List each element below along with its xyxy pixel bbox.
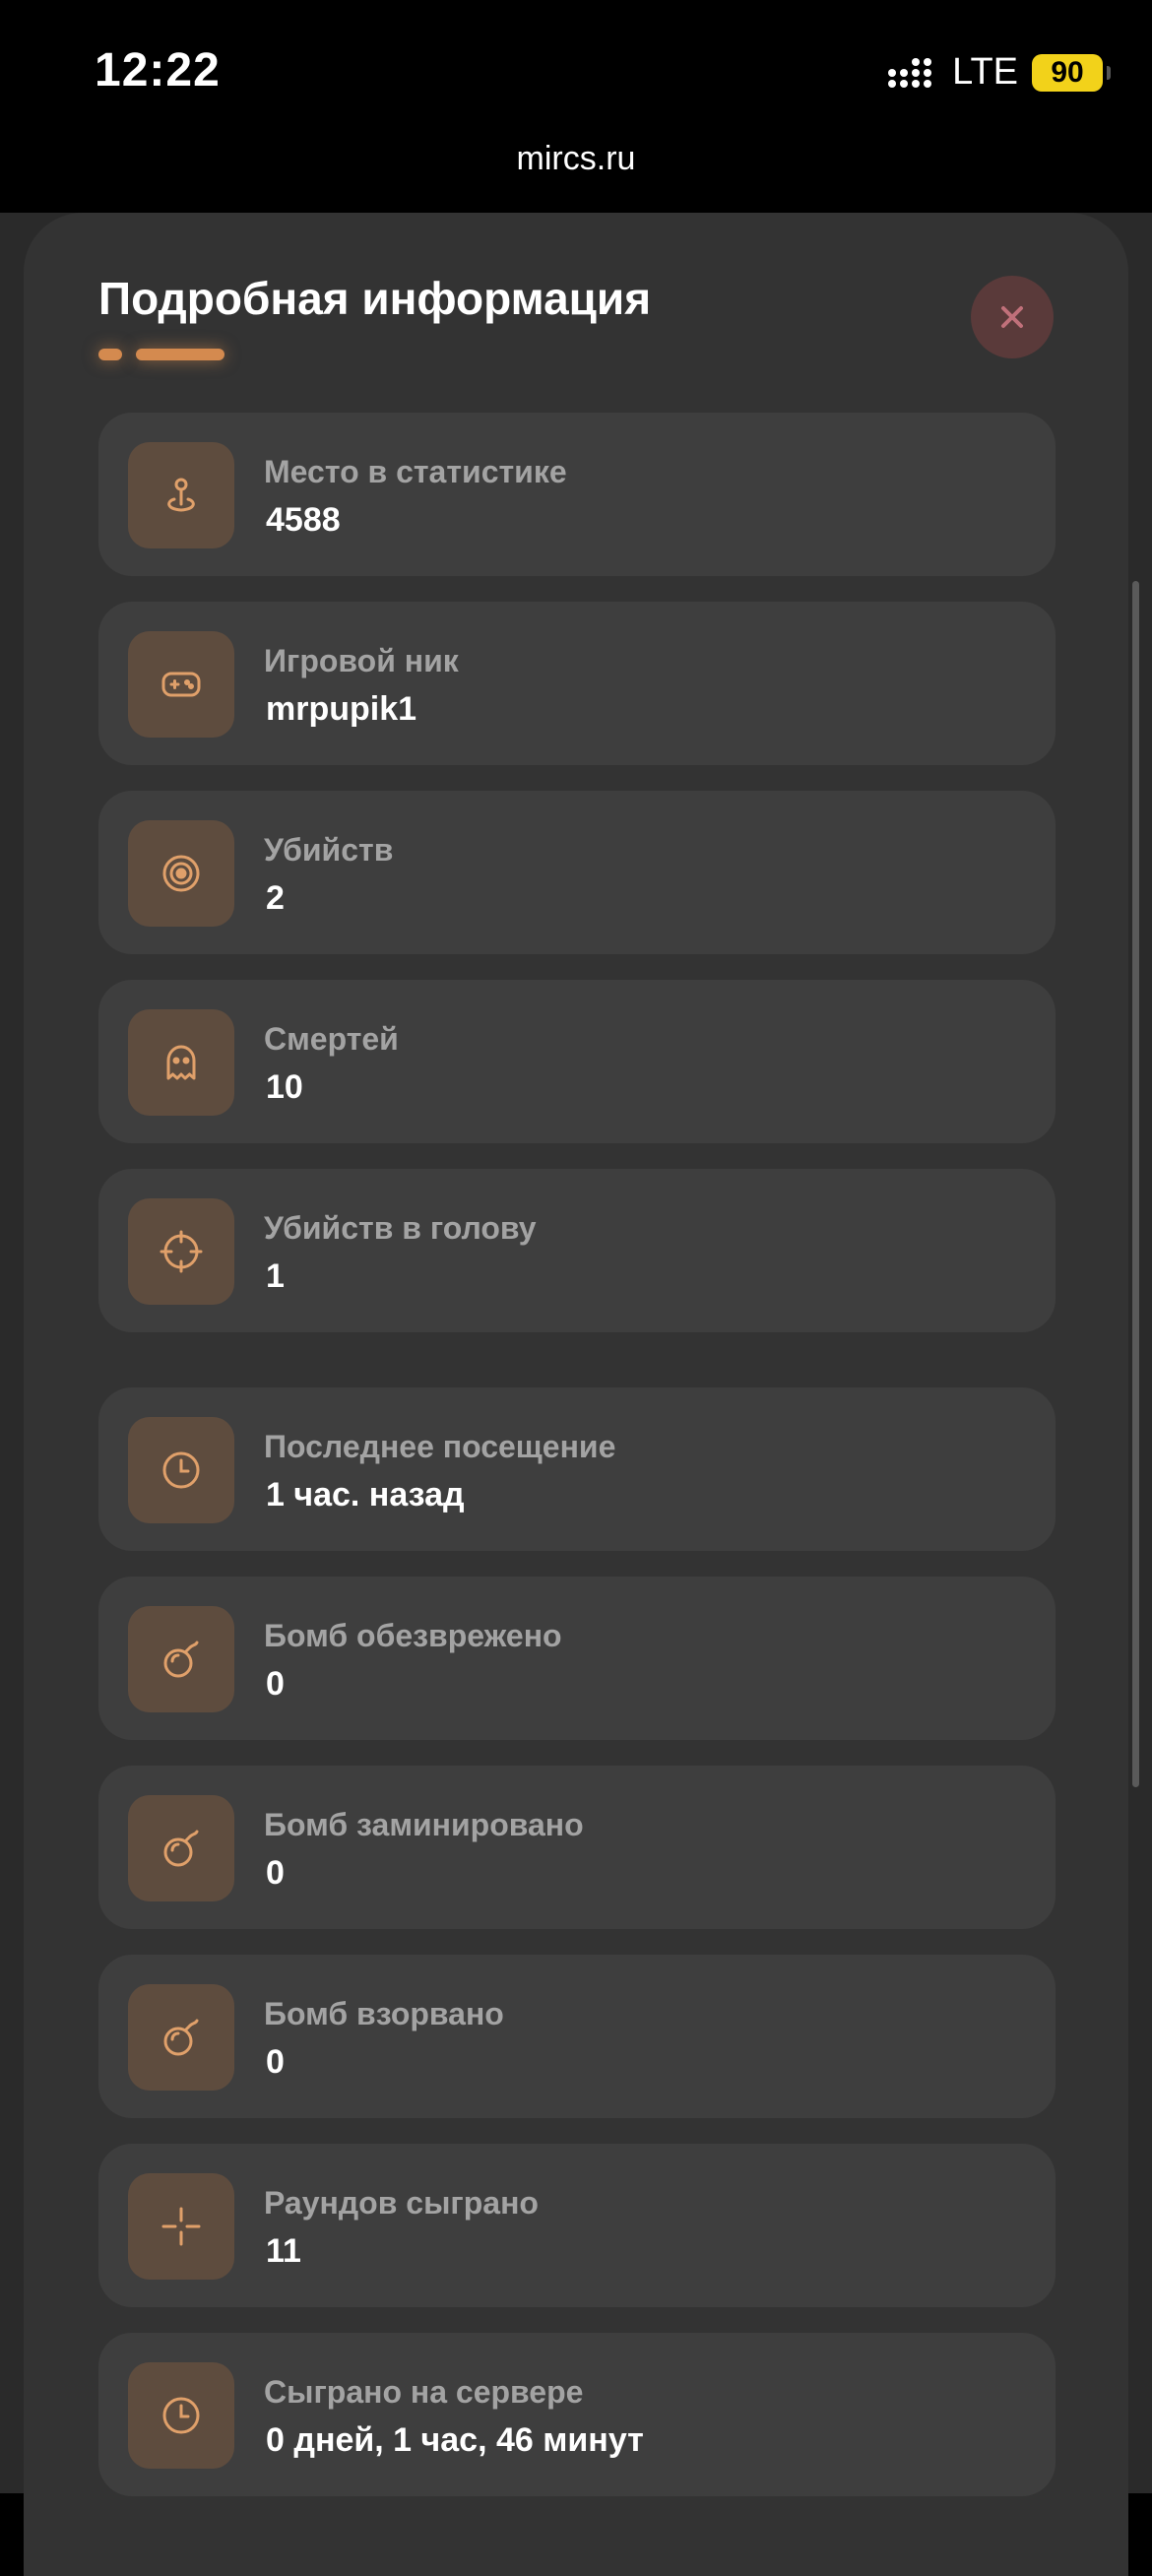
stat-value: 0 — [266, 1665, 285, 1703]
map-pin-icon — [160, 474, 203, 517]
clock-icon — [160, 1449, 203, 1492]
stat-value: 1 — [266, 1257, 285, 1295]
stat-label: Раундов сыграно — [264, 2185, 539, 2221]
stat-label: Сыграно на сервере — [264, 2374, 584, 2410]
stat-label: Бомб обезврежено — [264, 1618, 562, 1653]
stat-icon-box — [128, 1795, 234, 1901]
stat-value: 10 — [266, 1068, 303, 1106]
stat-label: Игровой ник — [264, 643, 459, 678]
stat-card-time-on-server: Сыграно на сервере 0 дней, 1 час, 46 мин… — [98, 2333, 1056, 2496]
stat-card-rounds-played: Раундов сыграно 11 — [98, 2144, 1056, 2307]
decoration-bar — [136, 349, 224, 360]
details-modal: Подробная информация Место в статистике … — [24, 213, 1128, 2576]
close-icon — [998, 303, 1026, 331]
stat-value: 11 — [266, 2232, 301, 2270]
stat-value: 0 — [266, 2043, 285, 2081]
stat-value: 0 дней, 1 час, 46 минут — [266, 2421, 644, 2459]
stat-icon-box — [128, 442, 234, 548]
stat-card-rank: Место в статистике 4588 — [98, 413, 1056, 576]
bomb-icon — [160, 1638, 203, 1681]
stat-icon-box — [128, 1198, 234, 1305]
modal-title: Подробная информация — [98, 273, 652, 324]
stat-icon-box — [128, 2173, 234, 2280]
signal-icon — [887, 56, 938, 90]
stat-icon-box — [128, 1417, 234, 1523]
clock-icon — [160, 2394, 203, 2437]
stat-card-bombs-defused: Бомб обезврежено 0 — [98, 1577, 1056, 1740]
stat-icon-box — [128, 1606, 234, 1712]
stat-card-nickname: Игровой ник mrpupik1 — [98, 602, 1056, 765]
bomb-icon — [160, 2016, 203, 2059]
bomb-icon — [160, 1827, 203, 1870]
battery-indicator: 90 — [1032, 53, 1111, 92]
stat-label: Место в статистике — [264, 454, 567, 489]
stat-value: 4588 — [266, 501, 341, 539]
stat-icon-box — [128, 2362, 234, 2469]
status-time: 12:22 — [95, 44, 221, 97]
stat-card-last-visit: Последнее посещение 1 час. назад — [98, 1387, 1056, 1551]
stat-label: Убийств в голову — [264, 1210, 537, 1246]
close-button[interactable] — [971, 276, 1054, 358]
status-bar: 12:22 LTE 90 — [0, 0, 1152, 138]
stat-label: Убийств — [264, 832, 394, 868]
stat-value: 1 час. назад — [266, 1476, 465, 1513]
stat-label: Смертей — [264, 1021, 399, 1057]
stat-icon-box — [128, 1009, 234, 1116]
stat-value: 0 — [266, 1854, 285, 1892]
stat-card-bombs-planted: Бомб заминировано 0 — [98, 1766, 1056, 1929]
plus-crosshair-icon — [160, 2205, 203, 2248]
gamepad-icon — [160, 663, 203, 706]
decoration-dot — [98, 349, 122, 360]
stat-label: Бомб заминировано — [264, 1807, 584, 1842]
stat-label: Бомб взорвано — [264, 1996, 504, 2031]
stat-icon-box — [128, 631, 234, 738]
stat-label: Последнее посещение — [264, 1429, 616, 1464]
stat-value: mrpupik1 — [266, 690, 417, 728]
stat-value: 2 — [266, 879, 285, 917]
status-indicators: LTE 90 — [887, 51, 1111, 94]
scrollbar[interactable] — [1132, 581, 1139, 1787]
browser-url[interactable]: mircs.ru — [0, 138, 1152, 213]
stat-card-bombs-exploded: Бомб взорвано 0 — [98, 1955, 1056, 2118]
target-icon — [160, 852, 203, 895]
stat-card-kills: Убийств 2 — [98, 791, 1056, 954]
stat-card-deaths: Смертей 10 — [98, 980, 1056, 1143]
crosshair-icon — [160, 1230, 203, 1273]
stat-card-headshots: Убийств в голову 1 — [98, 1169, 1056, 1332]
network-type: LTE — [952, 51, 1018, 93]
stat-icon-box — [128, 1984, 234, 2091]
ghost-icon — [160, 1041, 203, 1084]
stat-icon-box — [128, 820, 234, 927]
